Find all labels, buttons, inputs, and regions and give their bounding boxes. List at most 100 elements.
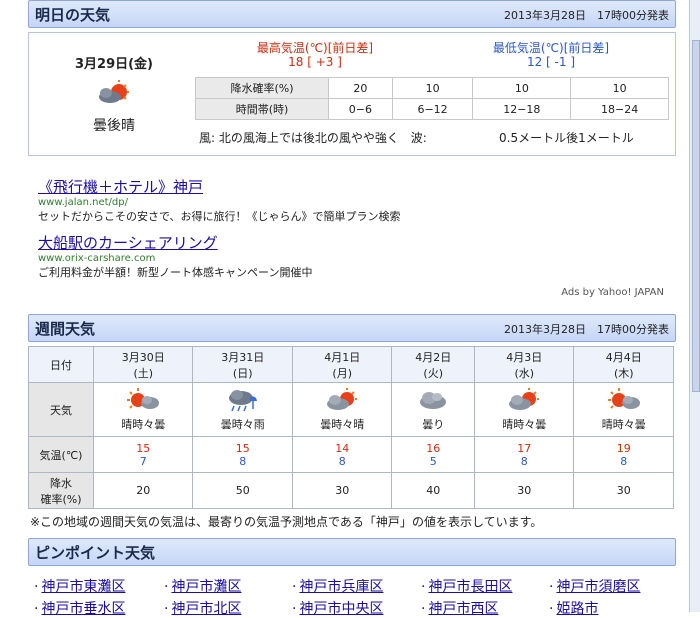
day-date: 3月31日: [221, 350, 265, 364]
cloud-sun-icon: [509, 388, 540, 410]
cloud-sun-icon: [327, 388, 358, 410]
pinpoint-header: ピンポイント天気: [28, 538, 676, 566]
pinpoint-link-item[interactable]: · 姫路市: [549, 598, 598, 618]
day-weather-text: 晴時々曇: [121, 418, 166, 431]
day-rain: 40: [391, 472, 475, 509]
pinpoint-link-item[interactable]: · 神戸市西区: [421, 598, 498, 618]
day-weather-text: 晴時々曇: [601, 418, 646, 431]
day-dow: (土): [133, 366, 154, 380]
weekly-issued-date: 2013年3月28日 17時00分発表: [504, 323, 669, 336]
time-value: 6−12: [391, 98, 474, 120]
low-temp: 5: [429, 454, 437, 468]
pinpoint-link[interactable]: 神戸市東灘区: [41, 579, 125, 595]
pinpoint-link[interactable]: 神戸市長田区: [428, 579, 512, 595]
low-temp: 8: [239, 454, 247, 468]
ad-link[interactable]: 大船駅のカーシェアリング: [38, 234, 218, 252]
day-weather: 晴時々曇: [92, 382, 194, 437]
day-rain: 20: [92, 472, 194, 509]
ads-credit[interactable]: Ads by Yahoo! JAPAN: [561, 287, 664, 298]
ad-description: ご利用料金が半額！新型ノート体感キャンペーン開催中: [38, 266, 313, 279]
time-row: 時間帯(時) 0−6 6−12 12−18 18−24: [195, 98, 669, 120]
high-temp: 14: [335, 441, 350, 455]
day-header: 4月3日 (水): [473, 346, 575, 383]
tomorrow-title: 明日の天気: [35, 6, 111, 24]
day-header: 4月4日 (木): [573, 346, 674, 383]
low-temp: 8: [338, 454, 346, 468]
day-rain: 30: [291, 472, 393, 509]
low-temp: 8: [620, 454, 628, 468]
day-rain: 30: [473, 472, 575, 509]
cloud-icon: [420, 392, 447, 409]
scrollbar-thumb[interactable]: [692, 40, 700, 392]
tomorrow-header: 明日の天気 2013年3月28日 17時00分発表: [28, 0, 676, 28]
high-temp: 15: [136, 441, 151, 455]
pinpoint-link[interactable]: 姫路市: [556, 601, 598, 617]
rain-value: 10: [570, 77, 669, 99]
cloud-rain-icon: [228, 390, 257, 412]
day-temp: 17 8: [473, 436, 575, 473]
cloud-then-sun-icon: [97, 79, 131, 113]
day-dow: (水): [514, 366, 535, 380]
time-value: 0−6: [328, 98, 393, 120]
day-dow: (木): [613, 366, 634, 380]
ad-description: セットだからこその安さで、お得に旅行！《じゃらん》で簡単プラン検索: [38, 210, 401, 223]
pinpoint-link[interactable]: 神戸市須磨区: [556, 579, 640, 595]
weekly-table: 日付 3月30日 (土) 3月31日 (日) 4月1日 (月) 4月2日 (火) 4月3…: [28, 346, 674, 509]
tomorrow-weather: 曇後晴: [93, 118, 135, 134]
temp-label: 気温(℃): [28, 436, 94, 473]
pinpoint-link-item[interactable]: · 神戸市垂水区: [34, 598, 125, 618]
sun-cloud-icon: [607, 388, 640, 409]
low-temp: 8: [520, 454, 528, 468]
weekly-title: 週間天気: [35, 320, 96, 338]
day-weather: 曇時々晴: [291, 382, 393, 437]
pinpoint-link-item[interactable]: · 神戸市北区: [164, 598, 241, 618]
pinpoint-link-item[interactable]: · 神戸市灘区: [164, 576, 241, 596]
ad-link[interactable]: 《飛行機＋ホテル》神戸: [38, 178, 203, 196]
ad-url: www.jalan.net/dp/: [38, 197, 128, 208]
tomorrow-panel: 3月29日(金) 曇後晴 最高気温(℃)[前日差] 18 [ +3 ] 最低気温…: [28, 32, 676, 156]
pinpoint-link-item[interactable]: · 神戸市兵庫区: [292, 576, 383, 596]
wind-info: 風: 北の風海上では後北の風やや強く 波:: [199, 129, 427, 146]
rain-value: 10: [472, 77, 572, 99]
max-temp-value: 18 [ +3 ]: [288, 55, 342, 69]
pinpoint-link[interactable]: 神戸市垂水区: [41, 601, 125, 617]
day-dow: (月): [332, 366, 352, 380]
rain-value: 10: [391, 77, 474, 99]
rain-value: 20: [328, 77, 393, 99]
high-temp: 17: [517, 441, 532, 455]
pinpoint-link[interactable]: 神戸市中央区: [299, 601, 383, 617]
day-weather-text: 曇時々晴: [320, 418, 365, 431]
pinpoint-link[interactable]: 神戸市灘区: [171, 579, 241, 595]
weekly-temp-row: 気温(℃) 15 7 15 8 14 8 16 5 17 8 19 8: [28, 436, 674, 473]
pinpoint-link[interactable]: 神戸市北区: [171, 601, 241, 617]
day-dow: (火): [423, 366, 444, 380]
day-date: 4月2日: [415, 350, 452, 364]
wave-label: 波:: [410, 131, 427, 145]
weekly-weather-row: 天気 晴時々曇 曇時々雨 曇時々晴 曇り 晴時々曇 晴時々曇: [28, 382, 674, 437]
high-temp: 19: [616, 441, 631, 455]
pinpoint-link-item[interactable]: · 神戸市須磨区: [549, 576, 640, 596]
weekly-rain-row: 降水 確率(%) 20 50 30 40 30 30: [28, 472, 674, 509]
day-header: 4月2日 (火): [391, 346, 475, 383]
ad-url: www.orix-carshare.com: [38, 253, 156, 264]
rain-label: 降水確率(%): [195, 77, 329, 99]
pinpoint-link-item[interactable]: · 神戸市中央区: [292, 598, 383, 618]
day-weather: 晴時々曇: [573, 382, 674, 437]
rain-label-line: 確率(%): [40, 492, 82, 506]
pinpoint-link-item[interactable]: · 神戸市長田区: [421, 576, 512, 596]
day-weather-text: 曇り: [422, 418, 445, 431]
high-temp: 16: [426, 441, 441, 455]
day-temp: 15 8: [192, 436, 293, 473]
pinpoint-link[interactable]: 神戸市西区: [428, 601, 498, 617]
pinpoint-link[interactable]: 神戸市兵庫区: [299, 579, 383, 595]
day-date: 4月1日: [324, 350, 361, 364]
sun-cloud-icon: [127, 388, 160, 409]
tomorrow-date: 3月29日(金): [74, 57, 154, 72]
pinpoint-link-item[interactable]: · 神戸市東灘区: [34, 576, 125, 596]
day-header: 3月30日 (土): [92, 346, 194, 383]
vertical-scrollbar[interactable]: [689, 0, 700, 612]
wind-text: 北の風海上では後北の風やや強く: [218, 131, 399, 145]
day-weather-text: 曇時々雨: [220, 418, 265, 431]
day-temp: 15 7: [92, 436, 194, 473]
high-temp: 15: [235, 441, 250, 455]
